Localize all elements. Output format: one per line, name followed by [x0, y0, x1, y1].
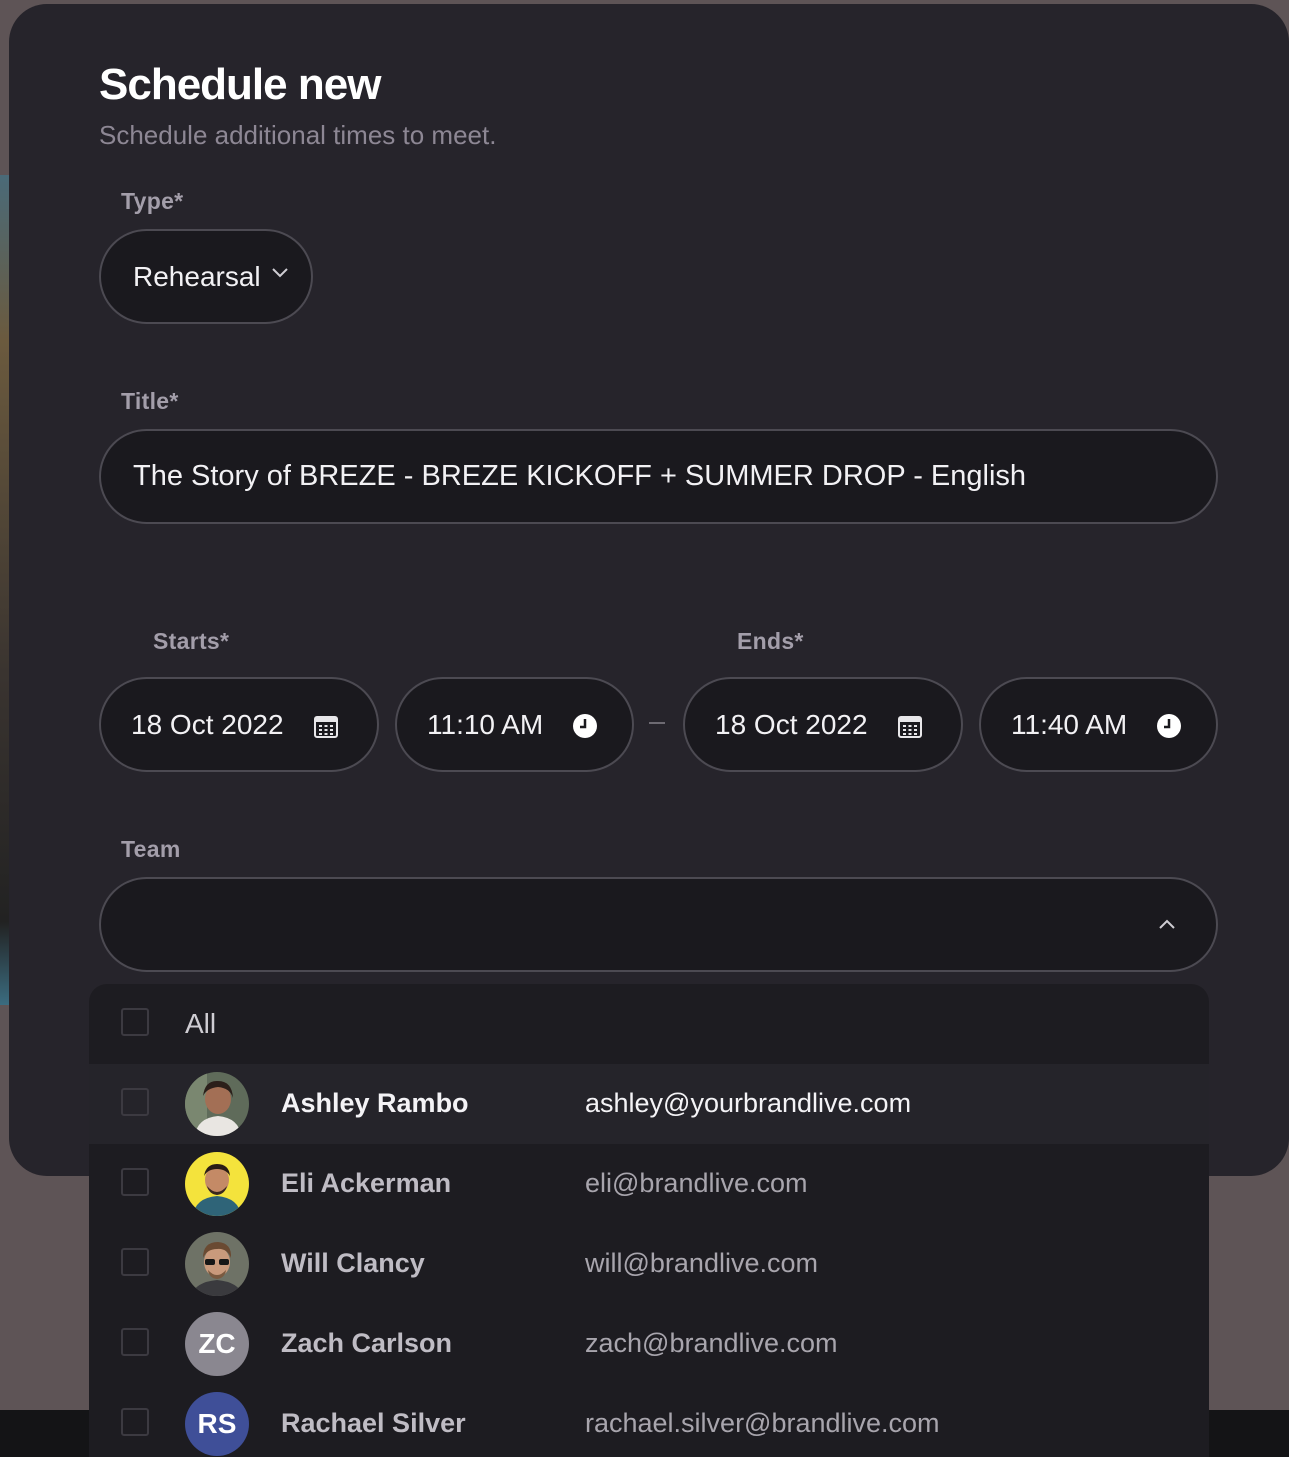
member-email: ashley@yourbrandlive.com — [585, 1088, 912, 1118]
team-member-row[interactable]: ZC Zach Carlson zach@brandlive.com — [89, 1304, 1209, 1384]
checkbox[interactable] — [121, 1248, 149, 1276]
starts-label: Starts* — [153, 628, 230, 654]
team-label: Team — [121, 836, 181, 862]
team-member-row[interactable]: Eli Ackerman eli@brandlive.com — [89, 1144, 1209, 1224]
avatar-initials: ZC — [198, 1328, 236, 1359]
team-member-row[interactable]: RS Rachael Silver rachael.silver@brandli… — [89, 1384, 1209, 1457]
end-time-input[interactable]: 11:40 AM — [979, 677, 1218, 772]
start-date-value: 18 Oct 2022 — [131, 708, 284, 740]
end-date-input[interactable]: 18 Oct 2022 — [683, 677, 963, 772]
member-name: Zach Carlson — [281, 1328, 453, 1358]
member-email: will@brandlive.com — [585, 1248, 818, 1278]
team-member-row[interactable]: Will Clancy will@brandlive.com — [89, 1224, 1209, 1304]
team-member-row[interactable]: Ashley Rambo ashley@yourbrandlive.com — [89, 1064, 1209, 1144]
start-date-input[interactable]: 18 Oct 2022 — [99, 677, 379, 772]
clock-icon[interactable] — [572, 713, 598, 739]
chevron-up-icon — [1159, 919, 1175, 929]
checkbox[interactable] — [121, 1088, 149, 1116]
type-select[interactable]: Rehearsal — [99, 229, 313, 324]
avatar: ZC — [185, 1312, 249, 1376]
member-email: rachael.silver@brandlive.com — [585, 1408, 940, 1438]
range-separator — [649, 722, 665, 724]
title-label: Title* — [121, 388, 179, 414]
avatar — [185, 1232, 249, 1296]
type-label: Type* — [121, 188, 184, 214]
member-email: zach@brandlive.com — [585, 1328, 838, 1358]
start-time-value: 11:10 AM — [427, 708, 544, 740]
chevron-down-icon — [272, 268, 288, 278]
clock-icon[interactable] — [1156, 713, 1182, 739]
start-time-input[interactable]: 11:10 AM — [395, 677, 634, 772]
all-label: All — [185, 1008, 217, 1039]
end-date-value: 18 Oct 2022 — [715, 708, 868, 740]
checkbox[interactable] — [121, 1408, 149, 1436]
member-name: Eli Ackerman — [281, 1168, 452, 1198]
team-select[interactable] — [99, 877, 1218, 972]
member-name: Will Clancy — [281, 1248, 425, 1278]
dialog-subtitle: Schedule additional times to meet. — [99, 120, 497, 150]
avatar: RS — [185, 1392, 249, 1456]
type-value: Rehearsal — [133, 260, 261, 292]
checkbox[interactable] — [121, 1168, 149, 1196]
end-time-value: 11:40 AM — [1011, 708, 1128, 740]
checkbox[interactable] — [121, 1328, 149, 1356]
title-value: The Story of BREZE - BREZE KICKOFF + SUM… — [133, 460, 1027, 492]
team-dropdown: All Ashley Rambo ashley@yourbrandlive.co… — [89, 984, 1209, 1457]
avatar — [185, 1152, 249, 1216]
member-name: Ashley Rambo — [281, 1088, 469, 1118]
member-email: eli@brandlive.com — [585, 1168, 808, 1198]
ends-label: Ends* — [737, 628, 804, 654]
background-strip — [0, 175, 9, 1005]
avatar — [185, 1072, 249, 1136]
calendar-icon[interactable] — [313, 713, 339, 739]
member-name: Rachael Silver — [281, 1408, 466, 1438]
dialog-title: Schedule new — [99, 60, 381, 109]
calendar-icon[interactable] — [897, 713, 923, 739]
team-option-all[interactable]: All — [89, 984, 1209, 1064]
avatar-initials: RS — [197, 1408, 237, 1439]
checkbox[interactable] — [121, 1008, 149, 1036]
title-input[interactable]: The Story of BREZE - BREZE KICKOFF + SUM… — [99, 429, 1218, 524]
